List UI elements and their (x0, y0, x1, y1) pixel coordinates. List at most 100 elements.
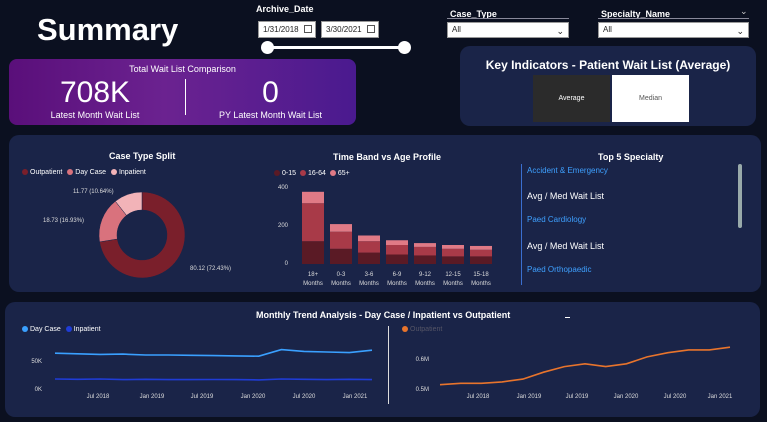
bar-segment (302, 191, 324, 204)
specialty-metric-1: Avg / Med Wait List (527, 191, 605, 201)
legend-item-0-15[interactable]: 0-15 (274, 170, 296, 177)
calendar-icon[interactable] (367, 25, 375, 33)
x-tick-label: 9-12 (419, 272, 432, 278)
bar-segment (442, 245, 464, 249)
bar-segment (442, 256, 464, 264)
y-tick-0-5m: 0.5M (416, 387, 429, 393)
bar-segment (358, 252, 380, 264)
date-from-field[interactable]: 1/31/2018 (258, 21, 316, 38)
series-line-outpatient (439, 346, 731, 386)
date-slider-end-handle[interactable] (398, 41, 411, 54)
series-line-day-case (54, 348, 373, 358)
x-tick-label: 18+ (308, 272, 319, 278)
x-tick-label: Months (443, 281, 463, 287)
legend-item-outpatient[interactable]: Outpatient (22, 169, 62, 176)
time-band-title: Time Band vs Age Profile (333, 152, 442, 162)
x-tick: Jul 2020 (293, 394, 316, 400)
calendar-icon[interactable] (304, 25, 312, 33)
y-tick-0k: 0K (35, 387, 42, 393)
bar-segment (330, 224, 352, 232)
date-from-value: 1/31/2018 (263, 25, 299, 34)
slice-label-outpatient: 80.12 (72.43%) (190, 266, 231, 272)
series-line-inpatient (54, 378, 373, 381)
y-tick-50k: 50K (31, 359, 42, 365)
case-type-underline (447, 18, 569, 19)
py-latest-month-value: 0 (262, 76, 279, 109)
legend-item-16-64[interactable]: 16-64 (299, 170, 326, 177)
specialty-paed-orthopaedic[interactable]: Paed Orthopaedic (527, 265, 592, 274)
bar-segment (302, 241, 324, 264)
time-band-bar-chart: 400 200 0 18+ Months 0-3 Months 3-6 Months 6-9… (278, 185, 492, 287)
bar-segment (358, 241, 380, 253)
y-tick-0-6m: 0.6M (416, 357, 429, 363)
bar-segment (470, 256, 492, 264)
bar-segment (386, 245, 408, 255)
wait-list-comparison-card: Total Wait List Comparison 708K Latest M… (9, 59, 356, 125)
case-type-split-title: Case Type Split (109, 151, 176, 161)
date-slider-track[interactable] (268, 46, 405, 49)
specialty-dropdown[interactable]: All ⌄ (598, 22, 749, 38)
median-button[interactable]: Median (612, 75, 689, 122)
slice-label-inpatient: 11.77 (10.64%) (73, 189, 114, 195)
date-to-value: 3/30/2021 (326, 25, 362, 34)
bar-segment (414, 246, 436, 256)
bar-segment (330, 248, 352, 264)
date-to-field[interactable]: 3/30/2021 (321, 21, 379, 38)
chevron-down-icon[interactable]: ⌄ (740, 6, 748, 17)
average-button[interactable]: Average (533, 75, 610, 122)
x-tick: Jul 2019 (191, 394, 214, 400)
x-tick-label: 3-6 (365, 272, 374, 278)
bar-segment (442, 248, 464, 257)
x-tick-label: 6-9 (393, 272, 402, 278)
x-tick-label: Months (471, 281, 491, 287)
bar-segment (302, 203, 324, 242)
x-tick-label: 0-3 (337, 272, 346, 278)
bar-segment (386, 240, 408, 245)
date-slider-start-handle[interactable] (261, 41, 274, 54)
time-band-legend: 0-15 16-64 65+ (274, 170, 350, 177)
x-tick: Jan 2019 (517, 394, 542, 400)
x-tick: Jul 2020 (664, 394, 687, 400)
x-tick: Jan 2020 (241, 394, 266, 400)
y-tick-0: 0 (285, 261, 289, 267)
legend-item-inpatient[interactable]: Inpatient (110, 169, 146, 176)
latest-month-value: 708K (59, 76, 131, 109)
specialty-underline (598, 18, 749, 19)
bar-segment (414, 243, 436, 247)
kpi-title: Total Wait List Comparison (129, 64, 236, 74)
trend-title: Monthly Trend Analysis - Day Case / Inpa… (256, 310, 511, 320)
bar-segment (414, 255, 436, 264)
legend-item-inpatient-trend[interactable]: Inpatient (65, 326, 101, 333)
latest-month-label: Latest Month Wait List (50, 110, 140, 120)
case-type-dropdown[interactable]: All ⌄ (447, 22, 569, 38)
slice-label-day-case: 18.73 (16.93%) (43, 218, 84, 224)
x-tick-label: Months (303, 281, 323, 287)
x-tick: Jan 2021 (343, 394, 368, 400)
x-tick-label: Months (415, 281, 435, 287)
key-indicators-panel: Key Indicators - Patient Wait List (Aver… (460, 46, 756, 126)
x-tick: Jul 2018 (87, 394, 110, 400)
bar-segment (470, 249, 492, 257)
legend-item-day-case-trend[interactable]: Day Case (22, 326, 61, 333)
legend-item-outpatient-trend[interactable]: Outpatient (402, 326, 442, 333)
specialty-accident-emergency[interactable]: Accident & Emergency (527, 166, 608, 175)
key-indicators-title: Key Indicators - Patient Wait List (Aver… (485, 58, 731, 72)
specialty-metric-2: Avg / Med Wait List (527, 241, 605, 251)
specialty-paed-cardiology[interactable]: Paed Cardiology (527, 215, 586, 224)
x-tick-label: Months (387, 281, 407, 287)
bar-segment (358, 235, 380, 242)
x-tick: Jan 2021 (708, 394, 733, 400)
y-tick-400: 400 (278, 185, 289, 191)
specialty-value: All (603, 25, 612, 34)
legend-item-day-case[interactable]: Day Case (67, 169, 106, 176)
top5-scrollbar[interactable] (738, 164, 742, 228)
x-tick: Jan 2019 (140, 394, 165, 400)
top5-title: Top 5 Specialty (598, 152, 664, 162)
x-tick-label: Months (359, 281, 379, 287)
py-latest-month-label: PY Latest Month Wait List (218, 110, 323, 120)
page-title: Summary (37, 12, 179, 47)
x-tick: Jul 2019 (566, 394, 589, 400)
legend-item-65plus[interactable]: 65+ (329, 170, 350, 177)
trend-left-legend: Day Case Inpatient (22, 326, 101, 333)
case-type-value: All (452, 25, 461, 34)
